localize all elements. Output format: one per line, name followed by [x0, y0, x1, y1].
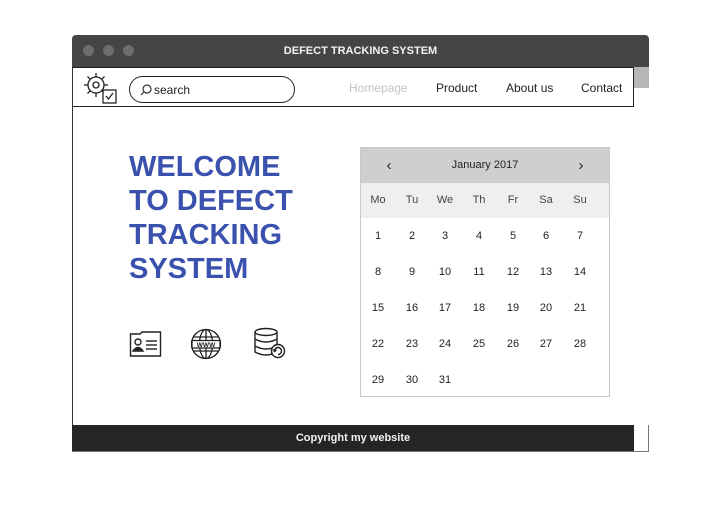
svg-text:WWW: WWW: [197, 342, 216, 349]
calendar-day[interactable]: 24: [428, 326, 462, 362]
browser-window: DEFECT TRACKING SYSTEM search Homepage P…: [72, 35, 649, 452]
weekday-label: Mo: [370, 194, 386, 206]
nav-link-product[interactable]: Product: [436, 68, 477, 108]
calendar-month-label: January 2017: [451, 159, 519, 171]
calendar-header: ‹ January 2017 ›: [361, 148, 609, 183]
weekday-label: Sa: [539, 194, 553, 206]
welcome-line: WELCOME: [129, 151, 281, 183]
title-bar: DEFECT TRACKING SYSTEM: [72, 35, 649, 67]
calendar-day[interactable]: 29: [361, 362, 395, 398]
calendar-day[interactable]: 20: [529, 290, 563, 326]
calendar-weekday-row: Mo Tu We Th Fr Sa Su: [361, 183, 609, 218]
calendar-day[interactable]: 3: [428, 218, 462, 254]
nav-link-about-us[interactable]: About us: [506, 68, 553, 108]
welcome-heading: WELCOME TO DEFECT TRACKING SYSTEM: [129, 150, 329, 286]
calendar-day[interactable]: 15: [361, 290, 395, 326]
welcome-line: SYSTEM: [129, 253, 249, 285]
scrollbar-thumb[interactable]: [634, 67, 649, 88]
nav-link-contact[interactable]: Contact: [581, 68, 622, 108]
calendar-day[interactable]: 11: [462, 254, 496, 290]
database-sync-icon[interactable]: [253, 327, 287, 359]
calendar-day[interactable]: 6: [529, 218, 563, 254]
vertical-scrollbar[interactable]: [634, 67, 649, 425]
calendar-day[interactable]: 22: [361, 326, 395, 362]
welcome-line: TRACKING: [129, 219, 283, 251]
calendar-day[interactable]: 14: [563, 254, 597, 290]
calendar-day[interactable]: 1: [361, 218, 395, 254]
calendar-day[interactable]: 7: [563, 218, 597, 254]
calendar-next-button[interactable]: ›: [571, 148, 591, 183]
calendar-day[interactable]: 21: [563, 290, 597, 326]
calendar-day[interactable]: 9: [395, 254, 429, 290]
weekday-label: Th: [472, 194, 486, 206]
calendar-day[interactable]: 31: [428, 362, 462, 398]
search-box[interactable]: [129, 76, 295, 103]
calendar-day[interactable]: 25: [462, 326, 496, 362]
calendar-day[interactable]: 17: [428, 290, 462, 326]
calendar-day[interactable]: 2: [395, 218, 429, 254]
contact-card-icon[interactable]: [129, 330, 162, 358]
calendar-day[interactable]: 30: [395, 362, 429, 398]
www-globe-icon[interactable]: WWW: [190, 328, 222, 360]
gear-settings-logo-icon[interactable]: [83, 71, 119, 105]
calendar-day[interactable]: 28: [563, 326, 597, 362]
page-content: Homepage Product About us Contact WELCOM…: [72, 67, 649, 452]
calendar-day[interactable]: 23: [395, 326, 429, 362]
calendar-day[interactable]: 10: [428, 254, 462, 290]
calendar-day[interactable]: 13: [529, 254, 563, 290]
calendar-day[interactable]: 19: [496, 290, 530, 326]
calendar-day[interactable]: 4: [462, 218, 496, 254]
calendar-day[interactable]: 26: [496, 326, 530, 362]
calendar-day[interactable]: 5: [496, 218, 530, 254]
welcome-line: TO DEFECT: [129, 185, 293, 217]
footer: Copyright my website: [72, 425, 634, 451]
weekday-label: Tu: [405, 194, 419, 206]
calendar-day[interactable]: 12: [496, 254, 530, 290]
window-title: DEFECT TRACKING SYSTEM: [283, 45, 438, 57]
search-input[interactable]: [154, 80, 284, 99]
calendar-day[interactable]: 16: [395, 290, 429, 326]
search-icon: [140, 84, 152, 96]
calendar-prev-button[interactable]: ‹: [379, 148, 399, 183]
calendar-day[interactable]: 18: [462, 290, 496, 326]
weekday-label: Fr: [507, 194, 519, 206]
weekday-label: We: [436, 194, 454, 206]
calendar-widget: ‹ January 2017 › Mo Tu We Th Fr Sa Su 12…: [360, 147, 610, 397]
calendar-day[interactable]: 27: [529, 326, 563, 362]
top-navbar: Homepage Product About us Contact: [73, 67, 634, 107]
nav-link-homepage[interactable]: Homepage: [349, 68, 408, 108]
calendar-day[interactable]: 8: [361, 254, 395, 290]
weekday-label: Su: [573, 194, 587, 206]
